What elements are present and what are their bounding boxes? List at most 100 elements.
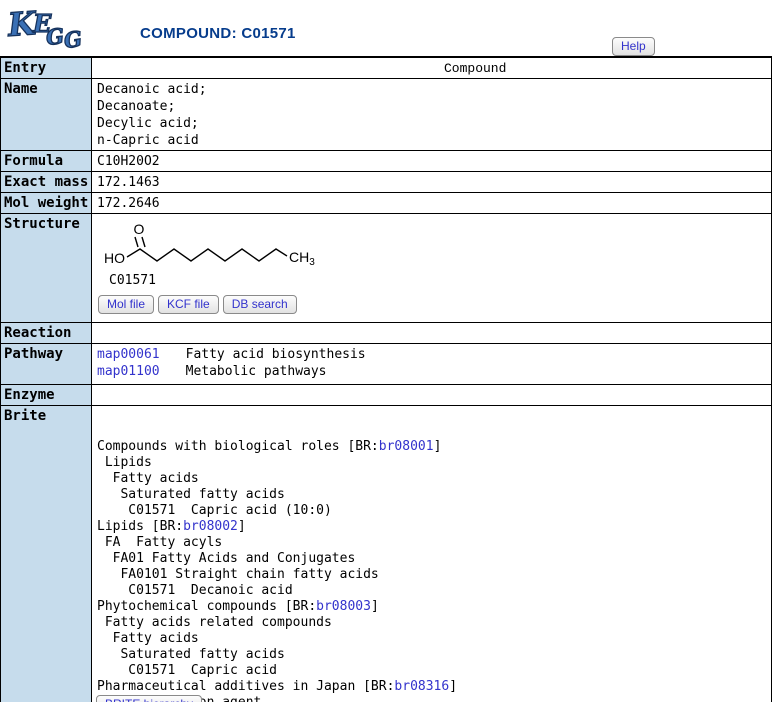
brite-text: Fatty acids related compounds (97, 615, 332, 630)
pathway-name: Fatty acid biosynthesis (186, 347, 366, 362)
row-exact-mass: Exact mass 172.1463 (1, 172, 771, 193)
brite-label: Brite (1, 406, 92, 702)
name-synonym: n-Capric acid (97, 132, 771, 149)
oxygen-atom-label: O (134, 221, 145, 237)
pathway-map-link[interactable]: map01100 (97, 364, 160, 379)
compound-entry-table: Entry C01571 Compound Name Decanoic acid… (0, 56, 772, 702)
brite-line: Lipids (97, 455, 771, 471)
name-synonym: Decylic acid; (97, 115, 771, 132)
row-formula: Formula C10H20O2 (1, 151, 771, 172)
structure-value-cell: O HO CH3 C01571 Mol fileKCF fileDB searc… (92, 214, 771, 322)
brite-line: C01571 Capric acid (10:0) (97, 503, 771, 519)
brite-line: Saturated fatty acids (97, 487, 771, 503)
structure-compound-id: C01571 (109, 272, 156, 289)
brite-value-cell: Compounds with biological roles [BR:br08… (92, 406, 771, 702)
brite-line: Fatty acids related compounds (97, 615, 771, 631)
row-name: Name Decanoic acid;Decanoate;Decylic aci… (1, 79, 771, 151)
brite-line: FA0101 Straight chain fatty acids (97, 567, 771, 583)
brite-text: Pharmaceutical additives in Japan [BR: (97, 679, 394, 694)
pathway-label: Pathway (1, 344, 92, 384)
structure-label: Structure (1, 214, 92, 322)
brite-line: C01571 Capric acid (97, 663, 771, 679)
db-search-button[interactable]: DB search (223, 295, 297, 314)
pathway-entry: map00061 Fatty acid biosynthesis (97, 346, 771, 363)
brite-line: Fatty acids (97, 471, 771, 487)
mol-weight-value: 172.2646 (92, 193, 771, 213)
pathway-map-link[interactable]: map00061 (97, 347, 160, 362)
brite-text: ] (371, 599, 379, 614)
brite-text: Saturated fatty acids (97, 487, 285, 502)
name-label: Name (1, 79, 92, 150)
brite-line: Saturated fatty acids (97, 647, 771, 663)
entry-label: Entry (1, 58, 92, 78)
row-mol-weight: Mol weight 172.2646 (1, 193, 771, 214)
page-title: COMPOUND: C01571 (140, 25, 296, 42)
kegg-compound-page: KEGG COMPOUND: C01571 Help Entry C01571 … (0, 0, 772, 702)
row-brite: Brite Compounds with biological roles [B… (1, 406, 771, 702)
structure-file-buttons: Mol fileKCF fileDB search (98, 295, 297, 314)
brite-line: Compounds with biological roles [BR:br08… (97, 439, 771, 455)
brite-line: Phytochemical compounds [BR:br08003] (97, 599, 771, 615)
formula-value: C10H20O2 (92, 151, 771, 171)
brite-text: FA01 Fatty Acids and Conjugates (97, 551, 355, 566)
brite-text: Lipids (97, 455, 152, 470)
brite-text: ] (238, 519, 246, 534)
brite-br-link[interactable]: br08001 (379, 439, 434, 454)
page-header: KEGG COMPOUND: C01571 Help (0, 0, 772, 56)
brite-line: C01571 Decanoic acid (97, 583, 771, 599)
enzyme-value-cell: 3.1.2.21 (92, 385, 771, 405)
brite-text: Phytochemical compounds [BR: (97, 599, 316, 614)
brite-text: C01571 Decanoic acid (97, 583, 293, 598)
brite-text: C01571 Capric acid (10:0) (97, 503, 332, 518)
kegg-logo-letter: G (63, 28, 84, 51)
exact-mass-value: 172.1463 (92, 172, 771, 192)
brite-text: Lipids [BR: (97, 519, 183, 534)
brite-line: FA Fatty acyls (97, 535, 771, 551)
brite-hierarchy-text: Compounds with biological roles [BR:br08… (97, 439, 771, 702)
brite-text: Fatty acids (97, 631, 199, 646)
brite-text: ] (434, 439, 442, 454)
kegg-logo[interactable]: KEGG (8, 6, 86, 54)
kcf-file-button[interactable]: KCF file (158, 295, 219, 314)
name-synonym: Decanoic acid; (97, 81, 771, 98)
methyl-group-label: CH3 (289, 249, 315, 268)
mol-weight-label: Mol weight (1, 193, 92, 213)
pathway-value-cell: map00061 Fatty acid biosynthesis map01100 M… (92, 344, 771, 384)
brite-hierarchy-button[interactable]: BRITE hierarchy (96, 695, 202, 702)
row-structure: Structure O HO CH3 C01571 Mol fileKCF fi… (1, 214, 771, 323)
carbon-chain-bonds (127, 249, 287, 261)
mol-file-button[interactable]: Mol file (98, 295, 154, 314)
entry-value-cell: C01571 Compound (92, 58, 771, 78)
reaction-label: Reaction (1, 323, 92, 343)
entry-type: Compound (444, 60, 506, 77)
brite-text: ] (449, 679, 457, 694)
brite-br-link[interactable]: br08316 (394, 679, 449, 694)
brite-line: Pharmaceutical additives in Japan [BR:br… (97, 679, 771, 695)
reaction-value-cell: R08158 (92, 323, 771, 343)
row-enzyme: Enzyme 3.1.2.21 (1, 385, 771, 406)
brite-line: FA01 Fatty Acids and Conjugates (97, 551, 771, 567)
formula-label: Formula (1, 151, 92, 171)
brite-text: Compounds with biological roles [BR: (97, 439, 379, 454)
brite-text: C01571 Capric acid (97, 663, 277, 678)
brite-line: Lipids [BR:br08002] (97, 519, 771, 535)
pathway-name: Metabolic pathways (186, 364, 327, 379)
name-value-cell: Decanoic acid;Decanoate;Decylic acid;n-C… (92, 79, 771, 150)
help-button[interactable]: Help (612, 37, 655, 56)
brite-br-link[interactable]: br08003 (316, 599, 371, 614)
pathway-entry: map01100 Metabolic pathways (97, 363, 771, 380)
brite-text: FA Fatty acyls (97, 535, 222, 550)
brite-text: Saturated fatty acids (97, 647, 285, 662)
brite-text: Fatty acids (97, 471, 199, 486)
brite-br-link[interactable]: br08002 (183, 519, 238, 534)
hydroxyl-group-label: HO (104, 250, 125, 266)
row-reaction: Reaction R08158 (1, 323, 771, 344)
row-pathway: Pathway map00061Fatty acid biosynthesism… (1, 344, 771, 385)
row-entry: Entry C01571 Compound (1, 58, 771, 79)
enzyme-label: Enzyme (1, 385, 92, 405)
exact-mass-label: Exact mass (1, 172, 92, 192)
brite-text: FA0101 Straight chain fatty acids (97, 567, 379, 582)
molecule-structure-image: O HO CH3 (96, 220, 336, 270)
name-synonym: Decanoate; (97, 98, 771, 115)
brite-line: Fatty acids (97, 631, 771, 647)
